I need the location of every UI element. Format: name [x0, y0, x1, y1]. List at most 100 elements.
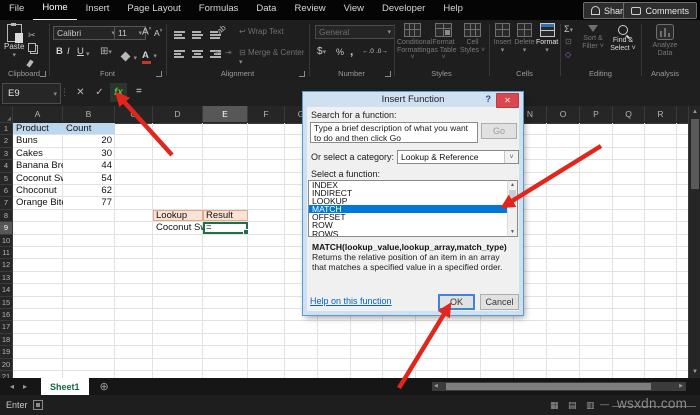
row-header-6[interactable]: 6 [0, 185, 13, 198]
conditional-formatting-button[interactable]: Conditional Formatting ˅ [397, 23, 432, 62]
clipboard-dialog-launcher[interactable] [40, 71, 46, 77]
row-header-12[interactable]: 12 [0, 259, 13, 272]
row-header-14[interactable]: 14 [0, 284, 13, 297]
name-box[interactable]: E9 ▾ [2, 83, 61, 104]
function-list-item-offset[interactable]: OFFSET [309, 213, 517, 222]
row-header-3[interactable]: 3 [0, 147, 13, 161]
sheet-nav-left-icon[interactable]: ◂ [10, 382, 14, 391]
sheet-nav-right-icon[interactable]: ▸ [23, 382, 27, 391]
cell-A5[interactable]: Coconut Swirl [13, 173, 63, 184]
clear-button[interactable]: ◇ [565, 50, 571, 59]
cell-A4[interactable]: Banana Bread [13, 160, 63, 171]
scroll-down-icon[interactable]: ▼ [689, 366, 700, 378]
sort-filter-button[interactable]: Sort & Filter ˅ [579, 25, 607, 50]
cell-B6[interactable]: 62 [63, 185, 115, 196]
shrink-font-button[interactable]: A˅ [154, 28, 163, 38]
select-all-corner[interactable]: ◢ [0, 106, 13, 123]
fill-button[interactable]: ⊡ [565, 37, 572, 46]
row-header-13[interactable]: 13 [0, 271, 13, 285]
vertical-scrollbar[interactable]: ▲ ▼ [688, 106, 700, 378]
column-header-C[interactable]: C [115, 106, 153, 122]
tab-data[interactable]: Data [247, 0, 285, 19]
column-header-E[interactable]: E [203, 106, 248, 122]
cell-D8[interactable]: Lookup [153, 209, 203, 222]
wrap-text-button[interactable]: ↩ Wrap Text [239, 27, 284, 36]
increase-indent-icon[interactable]: ⇥ [225, 48, 232, 57]
find-select-button[interactable]: Find & Select ˅ [609, 25, 637, 52]
function-list-scrollbar[interactable]: ▲ ▼ [507, 180, 518, 237]
row-header-10[interactable]: 10 [0, 234, 13, 247]
font-name-select[interactable]: Calibri▾ [53, 26, 119, 40]
decrease-decimal-button[interactable]: .0→ [376, 48, 388, 55]
cell-A7[interactable]: Orange Bites [13, 197, 63, 208]
row-header-4[interactable]: 4 [0, 160, 13, 173]
underline-dropdown[interactable]: ▾ [86, 50, 90, 58]
decrease-indent-icon[interactable]: ⇤ [215, 48, 222, 57]
percent-style-button[interactable]: % [336, 47, 344, 57]
align-left-icon[interactable] [173, 50, 185, 59]
column-header-B[interactable]: B [63, 106, 115, 122]
delete-cells-button[interactable]: Delete ▾ [514, 23, 535, 54]
view-page-layout-icon[interactable]: ▤ [568, 400, 577, 411]
tab-file[interactable]: File [0, 0, 33, 19]
row-header-20[interactable]: 20 [0, 358, 13, 371]
sheet-tab-sheet1[interactable]: Sheet1 [41, 378, 89, 395]
cell-A1[interactable]: Product [13, 123, 63, 135]
tab-home[interactable]: Home [33, 0, 77, 21]
category-select[interactable]: Lookup & Reference ˅ [397, 150, 519, 164]
font-color-button[interactable]: A ▾ [142, 45, 157, 64]
tab-formulas[interactable]: Formulas [190, 0, 248, 19]
cell-B7[interactable]: 77 [63, 197, 115, 208]
function-list[interactable]: INDEX INDIRECT LOOKUP MATCH OFFSET ROW ROWS [308, 180, 518, 237]
list-scroll-thumb[interactable] [509, 190, 516, 204]
insert-cells-button[interactable]: Insert ▾ [492, 23, 513, 54]
analyze-data-button[interactable]: Analyze Data [646, 24, 684, 57]
comma-style-button[interactable]: , [350, 44, 353, 58]
cell-A3[interactable]: Cakes [13, 148, 63, 159]
align-center-icon[interactable] [191, 50, 203, 59]
row-header-1[interactable]: 1 [0, 123, 13, 136]
function-list-item-row[interactable]: ROW [309, 221, 517, 230]
cell-styles-button[interactable]: Cell Styles ˅ [459, 23, 486, 54]
row-header-8[interactable]: 8 [0, 209, 13, 223]
font-dialog-launcher[interactable] [156, 71, 162, 77]
horizontal-scrollbar[interactable]: ◀ ▶ [432, 382, 686, 391]
align-middle-icon[interactable] [191, 31, 203, 40]
function-list-item-rows[interactable]: ROWS [309, 229, 517, 236]
borders-button[interactable]: ⊞▾ [100, 46, 112, 57]
go-button[interactable]: Go [481, 123, 517, 139]
tab-view[interactable]: View [335, 0, 373, 19]
alignment-dialog-launcher[interactable] [299, 71, 305, 77]
row-header-2[interactable]: 2 [0, 135, 13, 148]
scroll-up-icon[interactable]: ▲ [689, 106, 700, 118]
fill-color-button[interactable]: ▾ [120, 47, 137, 65]
row-header-15[interactable]: 15 [0, 296, 13, 309]
row-header-9[interactable]: 9 [0, 222, 13, 235]
scroll-left-icon[interactable]: ◀ [434, 383, 438, 389]
tab-page-layout[interactable]: Page Layout [118, 0, 189, 19]
insert-function-button[interactable]: fx [110, 83, 127, 102]
scroll-up-icon[interactable]: ▲ [508, 181, 517, 189]
merge-center-button[interactable]: ⊟ Merge & Center ▾ [239, 48, 308, 66]
dialog-close-button[interactable]: ✕ [496, 93, 519, 108]
row-header-7[interactable]: 7 [0, 197, 13, 210]
cell-B1[interactable]: Count [63, 123, 115, 135]
cell-B5[interactable]: 54 [63, 173, 115, 184]
name-box-dropdown[interactable]: ▾ [53, 90, 57, 98]
add-sheet-icon[interactable]: ⊕ [100, 380, 109, 393]
column-header-A[interactable]: A [13, 106, 63, 122]
row-header-18[interactable]: 18 [0, 333, 13, 347]
row-header-16[interactable]: 16 [0, 309, 13, 322]
scroll-down-icon[interactable]: ▼ [508, 228, 517, 236]
increase-decimal-button[interactable]: ←.0 [362, 48, 374, 55]
format-cells-button[interactable]: Format ▾ [536, 23, 558, 54]
horizontal-scroll-thumb[interactable] [446, 383, 651, 390]
paste-button[interactable]: Paste ▾ [4, 23, 24, 59]
cell-B3[interactable]: 30 [63, 148, 115, 159]
column-header-P[interactable]: P [580, 106, 613, 122]
column-header-F[interactable]: F [248, 106, 285, 122]
cell-B4[interactable]: 44 [63, 160, 115, 171]
align-top-icon[interactable] [173, 31, 185, 40]
underline-button[interactable]: U [77, 46, 84, 57]
cell-A6[interactable]: Choconut [13, 185, 63, 196]
